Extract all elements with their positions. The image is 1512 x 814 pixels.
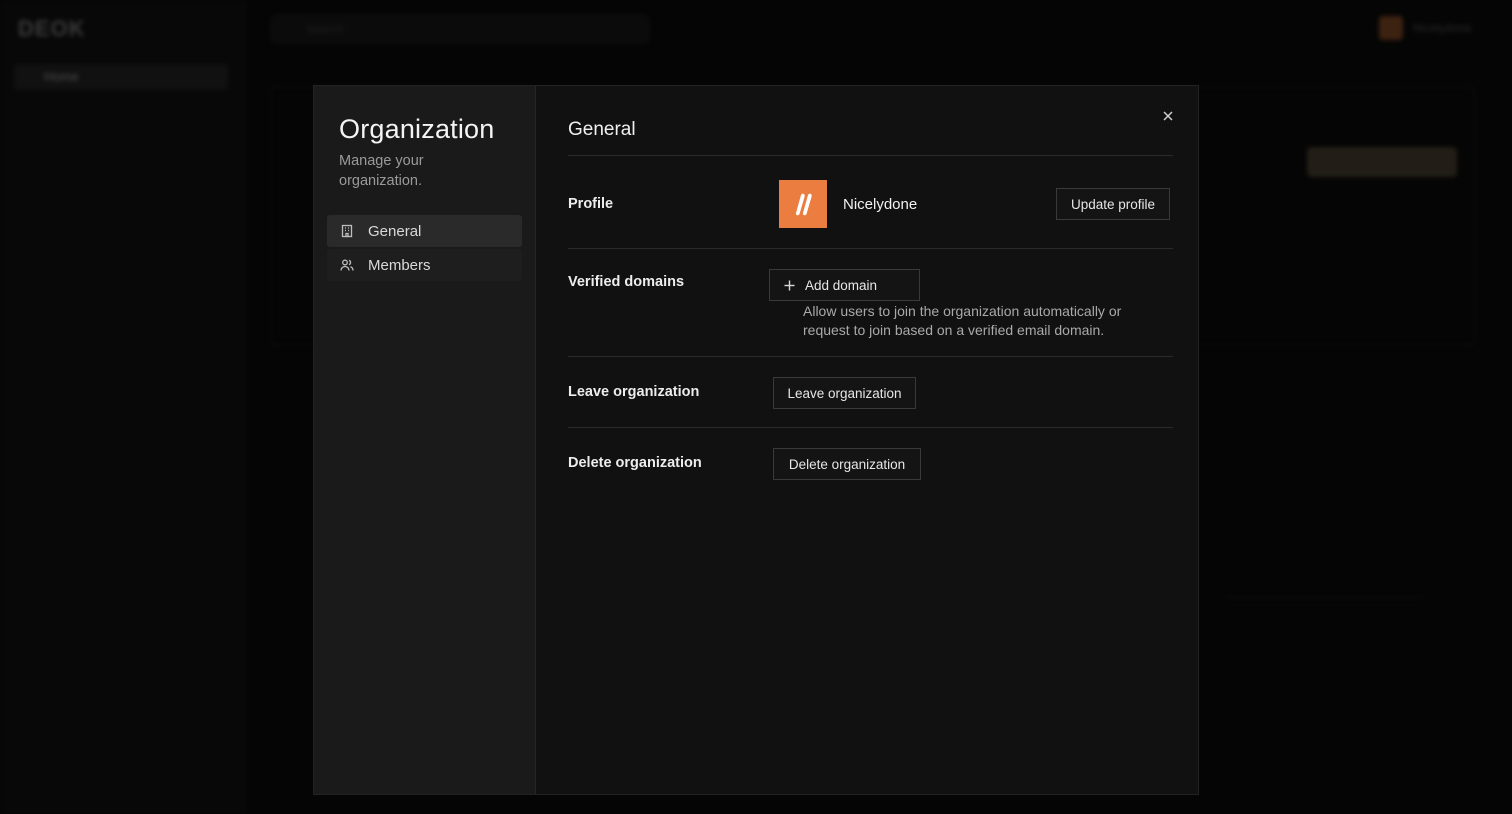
modal-sidebar: Organization Manage your organization. G…: [314, 86, 536, 794]
verified-domains-row: Verified domains Add domain Allow users …: [568, 249, 1173, 357]
background-chart-line: [1225, 597, 1425, 598]
leave-organization-label: Leave organization: [568, 384, 700, 400]
nav-item-label: Members: [368, 256, 431, 274]
section-title: General: [568, 86, 1173, 156]
sidebar-item-home: Home: [14, 64, 228, 90]
user-menu: Nicelydone: [1378, 16, 1472, 40]
building-icon: [340, 224, 354, 238]
users-icon: [340, 258, 354, 272]
close-icon[interactable]: [1160, 108, 1176, 124]
organization-logo: [779, 180, 827, 228]
delete-organization-row: Delete organization Delete organization: [568, 428, 1173, 499]
avatar: [1378, 16, 1403, 40]
nav-item-general[interactable]: General: [327, 215, 522, 247]
leave-organization-row: Leave organization Leave organization: [568, 357, 1173, 428]
user-name: Nicelydone: [1412, 21, 1472, 35]
plus-icon: [784, 280, 795, 291]
delete-organization-label: Delete organization: [568, 455, 702, 471]
search-bar: Search: [270, 14, 650, 44]
profile-row: Profile Nicelydone Update profile: [568, 156, 1173, 249]
background-sidebar: DEOK Home: [0, 0, 245, 814]
verified-domains-label: Verified domains: [568, 274, 685, 290]
modal-title: Organization: [339, 114, 495, 144]
delete-organization-button[interactable]: Delete organization: [773, 448, 921, 480]
modal-subtitle: Manage your organization.: [339, 153, 424, 189]
add-domain-button[interactable]: Add domain: [769, 269, 920, 301]
update-profile-button[interactable]: Update profile: [1056, 188, 1170, 220]
organization-modal: Organization Manage your organization. G…: [313, 85, 1199, 795]
modal-content: General Profile Nicelydone Update profil…: [536, 86, 1198, 794]
add-domain-label: Add domain: [805, 277, 878, 293]
modal-nav: General Members: [327, 215, 522, 281]
nav-item-label: General: [368, 222, 422, 240]
organization-name: Nicelydone: [843, 196, 918, 213]
profile-label: Profile: [568, 196, 614, 212]
app-logo: DEOK: [18, 16, 86, 41]
domains-help-text: Allow users to join the organization aut…: [803, 303, 1122, 338]
leave-organization-button[interactable]: Leave organization: [773, 377, 916, 409]
background-action-button: [1307, 147, 1457, 177]
nav-item-members[interactable]: Members: [327, 249, 522, 281]
